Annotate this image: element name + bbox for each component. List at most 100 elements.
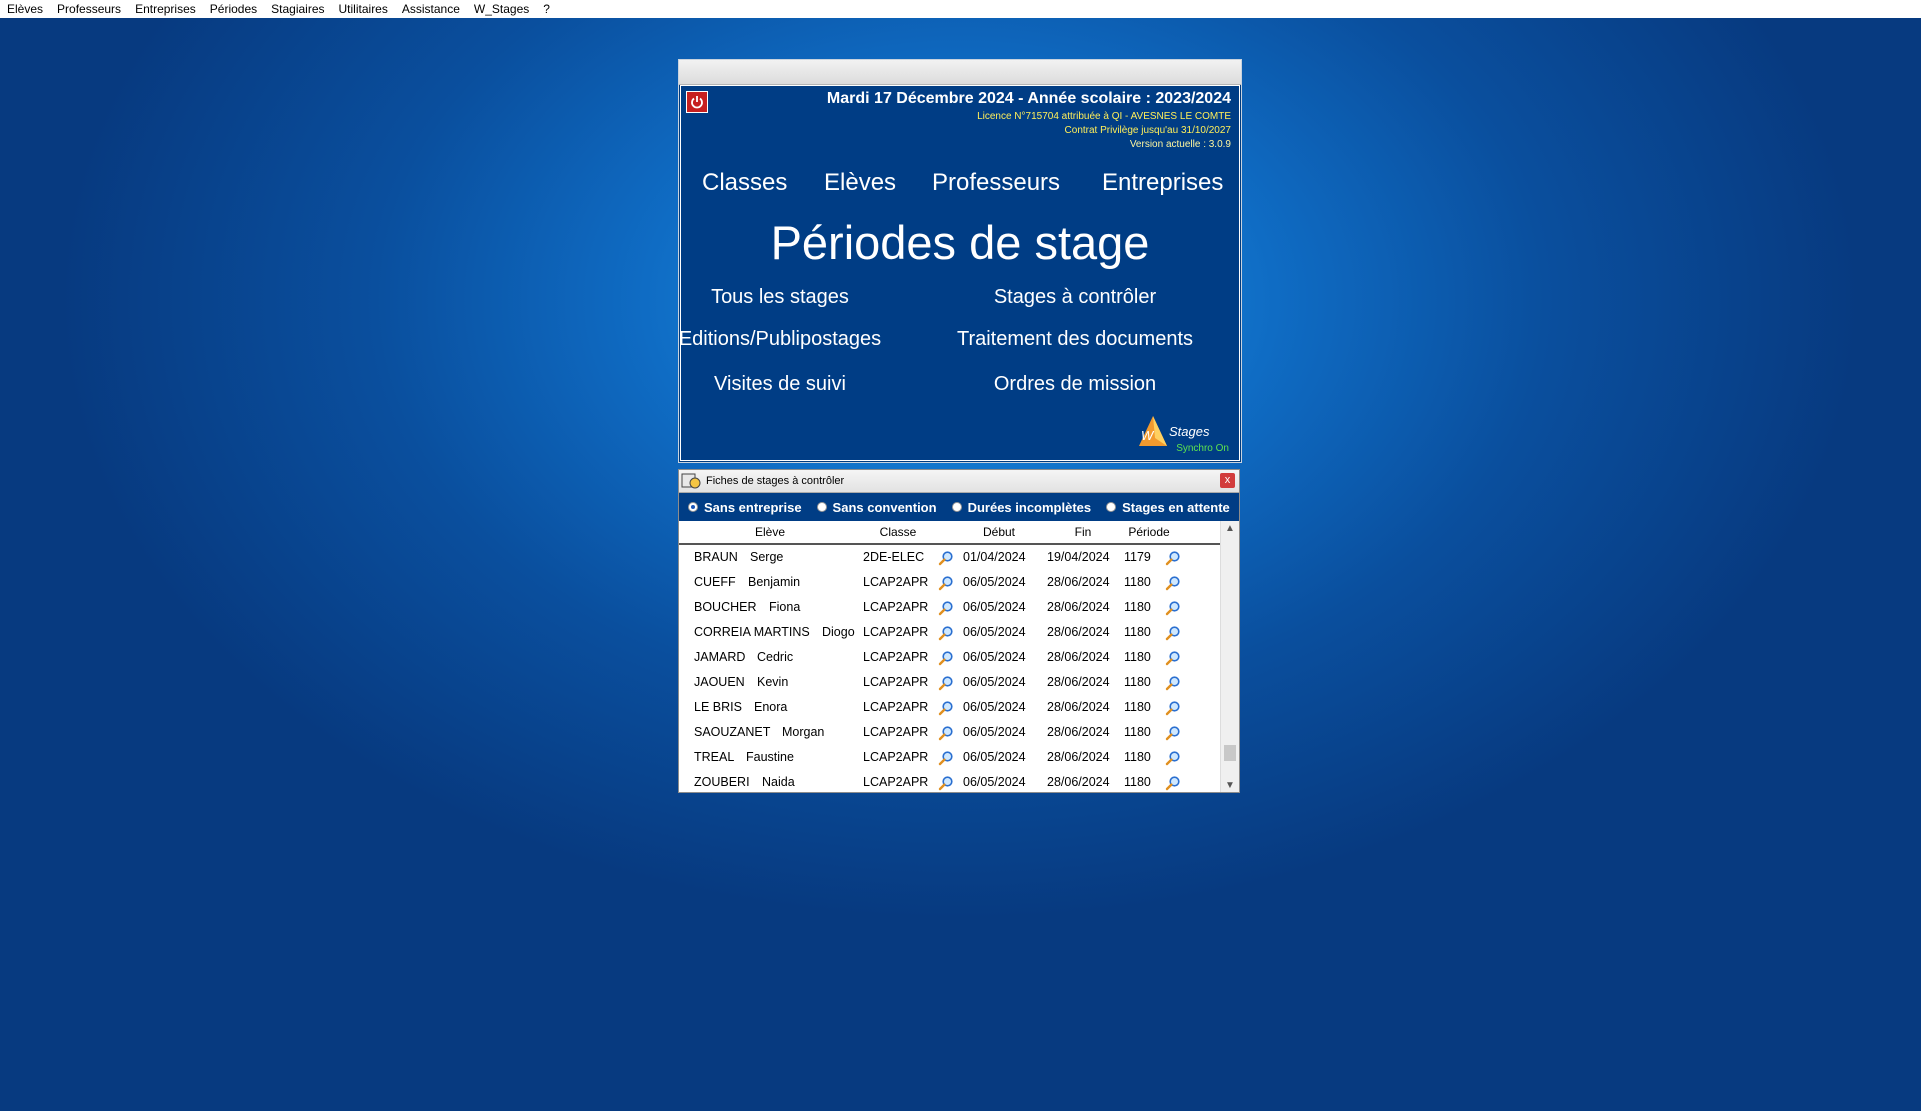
window-app-icon bbox=[681, 473, 701, 489]
table-row[interactable]: CORREIA MARTINS Diogo LCAP2APR 06/05/2024 28… bbox=[679, 620, 1221, 645]
cell-prenom: Enora bbox=[754, 700, 788, 714]
cell-nom: JAMARD bbox=[694, 650, 746, 664]
chevron-down-icon[interactable]: ▼ bbox=[1221, 778, 1239, 792]
filter-bar: Sans entreprise Sans convention Durées i… bbox=[679, 493, 1239, 521]
nav-entreprises[interactable]: Entreprises bbox=[1102, 169, 1223, 197]
cell-fin: 28/06/2024 bbox=[1047, 775, 1110, 789]
cell-debut: 06/05/2024 bbox=[963, 750, 1026, 764]
filter-sans-entreprise[interactable]: Sans entreprise bbox=[688, 500, 802, 515]
radio-icon[interactable] bbox=[816, 502, 827, 512]
cell-periode: 1180 bbox=[1124, 600, 1151, 614]
scrollbar-thumb[interactable] bbox=[1224, 745, 1236, 761]
cell-prenom: Benjamin bbox=[748, 575, 801, 589]
main-panel-titlebar[interactable] bbox=[679, 60, 1241, 85]
cell-debut: 06/05/2024 bbox=[963, 625, 1026, 639]
cell-prenom: Morgan bbox=[782, 725, 825, 739]
chevron-up-icon[interactable]: ▲ bbox=[1221, 521, 1239, 537]
search-icon[interactable] bbox=[1165, 600, 1181, 616]
menu-professeurs[interactable]: Professeurs bbox=[50, 0, 128, 18]
radio-selected-icon[interactable] bbox=[688, 502, 698, 512]
menu-entreprises[interactable]: Entreprises bbox=[128, 0, 203, 18]
search-icon[interactable] bbox=[1165, 650, 1181, 666]
nav-professeurs[interactable]: Professeurs bbox=[932, 169, 1060, 197]
cell-prenom: Cedric bbox=[757, 650, 794, 664]
table-row[interactable]: ZOUBERI Naida LCAP2APR 06/05/2024 28/06/2024… bbox=[679, 770, 1221, 792]
search-icon[interactable] bbox=[938, 775, 954, 791]
cell-nom: SAOUZANET bbox=[694, 725, 771, 739]
search-icon[interactable] bbox=[938, 650, 954, 666]
table-row[interactable]: SAOUZANET Morgan LCAP2APR 06/05/2024 28/06/2… bbox=[679, 720, 1221, 745]
table-row[interactable]: TREAL Faustine LCAP2APR 06/05/2024 28/06/202… bbox=[679, 745, 1221, 770]
search-icon[interactable] bbox=[1165, 750, 1181, 766]
version-text: Version actuelle : 3.0.9 bbox=[1129, 139, 1231, 150]
menu-stagiaires[interactable]: Stagiaires bbox=[264, 0, 331, 18]
search-icon[interactable] bbox=[1165, 675, 1181, 691]
radio-icon[interactable] bbox=[1106, 502, 1117, 512]
vertical-scrollbar[interactable]: ▲ ▼ bbox=[1220, 521, 1239, 792]
search-icon[interactable] bbox=[938, 550, 954, 566]
cell-fin: 28/06/2024 bbox=[1047, 700, 1110, 714]
table-row[interactable]: CUEFF Benjamin LCAP2APR 06/05/2024 28/06/202… bbox=[679, 570, 1221, 595]
search-icon[interactable] bbox=[938, 725, 954, 741]
table-row[interactable]: BOUCHER Fiona LCAP2APR 06/05/2024 28/06/2024… bbox=[679, 595, 1221, 620]
filter-sans-convention[interactable]: Sans convention bbox=[816, 500, 937, 515]
table-row[interactable]: JAMARD Cedric LCAP2APR 06/05/2024 28/06/2024… bbox=[679, 645, 1221, 670]
cell-periode: 1180 bbox=[1124, 775, 1151, 789]
cell-nom: BOUCHER bbox=[694, 600, 757, 614]
cell-classe: 2DE-ELEC bbox=[863, 550, 925, 564]
cell-debut: 06/05/2024 bbox=[963, 725, 1026, 739]
cell-fin: 28/06/2024 bbox=[1047, 575, 1110, 589]
table-row[interactable]: JAOUEN Kevin LCAP2APR 06/05/2024 28/06/2024 1… bbox=[679, 670, 1221, 695]
table-header: Elève Classe Début Fin Période bbox=[679, 521, 1221, 545]
filter-stages-en-attente[interactable]: Stages en attente bbox=[1106, 500, 1230, 515]
nav-classes[interactable]: Classes bbox=[702, 169, 787, 197]
link-stages-a-controler[interactable]: Stages à contrôler bbox=[940, 286, 1210, 309]
menu-eleves[interactable]: Elèves bbox=[0, 0, 50, 18]
menu-wstages[interactable]: W_Stages bbox=[467, 0, 536, 18]
search-icon[interactable] bbox=[938, 750, 954, 766]
power-button[interactable] bbox=[686, 91, 708, 113]
radio-icon[interactable] bbox=[951, 502, 962, 512]
search-icon[interactable] bbox=[1165, 625, 1181, 641]
search-icon[interactable] bbox=[1165, 725, 1181, 741]
col-eleve[interactable]: Elève bbox=[679, 525, 861, 539]
link-tous-les-stages[interactable]: Tous les stages bbox=[645, 286, 915, 309]
menu-help[interactable]: ? bbox=[536, 0, 557, 18]
search-icon[interactable] bbox=[938, 575, 954, 591]
col-debut[interactable]: Début bbox=[959, 525, 1039, 539]
search-icon[interactable] bbox=[938, 625, 954, 641]
filter-durees-incompletes[interactable]: Durées incomplètes bbox=[951, 500, 1091, 515]
search-icon[interactable] bbox=[938, 600, 954, 616]
col-periode[interactable]: Période bbox=[1119, 525, 1179, 539]
menu-assistance[interactable]: Assistance bbox=[395, 0, 467, 18]
wstages-logo-icon: W bbox=[1139, 416, 1167, 446]
table-row[interactable]: BRAUN Serge 2DE-ELEC 01/04/2024 19/04/2024 11… bbox=[679, 545, 1221, 570]
close-button[interactable]: x bbox=[1220, 473, 1235, 488]
cell-periode: 1180 bbox=[1124, 725, 1151, 739]
cell-prenom: Kevin bbox=[757, 675, 789, 689]
cell-periode: 1180 bbox=[1124, 575, 1151, 589]
menu-utilitaires[interactable]: Utilitaires bbox=[332, 0, 395, 18]
cell-prenom: Fiona bbox=[769, 600, 801, 614]
col-classe[interactable]: Classe bbox=[861, 525, 935, 539]
wstages-logo: W Stages Synchro On bbox=[1139, 414, 1229, 454]
link-traitement-documents[interactable]: Traitement des documents bbox=[940, 328, 1210, 351]
search-icon[interactable] bbox=[1165, 700, 1181, 716]
search-icon[interactable] bbox=[938, 675, 954, 691]
table-body: BRAUN Serge 2DE-ELEC 01/04/2024 19/04/2024 11… bbox=[679, 545, 1221, 792]
menu-periodes[interactable]: Périodes bbox=[203, 0, 264, 18]
col-fin[interactable]: Fin bbox=[1043, 525, 1123, 539]
search-icon[interactable] bbox=[1165, 575, 1181, 591]
link-visites-de-suivi[interactable]: Visites de suivi bbox=[645, 373, 915, 396]
cell-nom: TREAL bbox=[694, 750, 735, 764]
cell-debut: 06/05/2024 bbox=[963, 600, 1026, 614]
link-editions[interactable]: Editions/Publipostages bbox=[645, 328, 915, 351]
cell-periode: 1180 bbox=[1124, 675, 1151, 689]
table-row[interactable]: LE BRIS Enora LCAP2APR 06/05/2024 28/06/2024… bbox=[679, 695, 1221, 720]
search-icon[interactable] bbox=[1165, 775, 1181, 791]
search-icon[interactable] bbox=[938, 700, 954, 716]
search-icon[interactable] bbox=[1165, 550, 1181, 566]
stages-check-titlebar[interactable]: Fiches de stages à contrôler x bbox=[679, 470, 1239, 493]
link-ordres-de-mission[interactable]: Ordres de mission bbox=[940, 373, 1210, 396]
nav-eleves[interactable]: Elèves bbox=[824, 169, 896, 197]
